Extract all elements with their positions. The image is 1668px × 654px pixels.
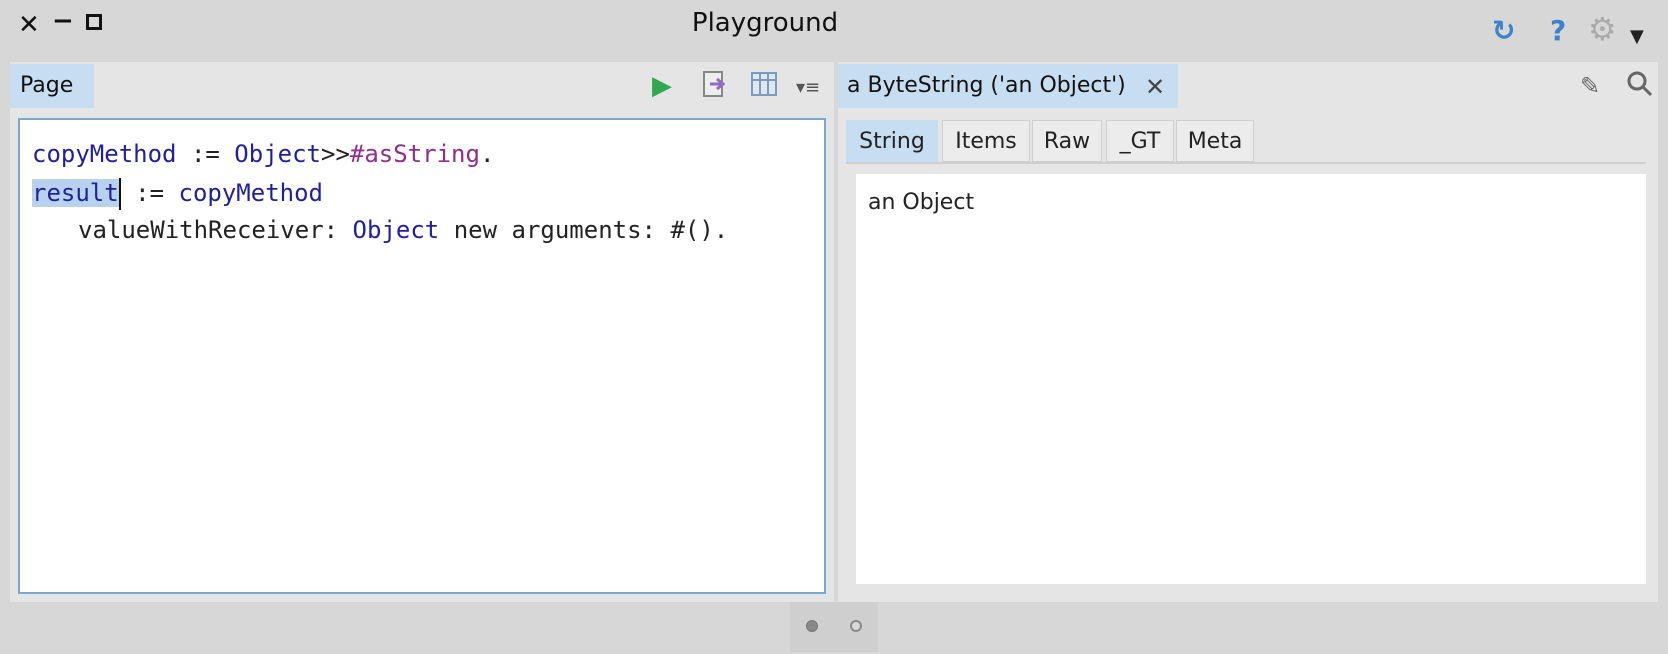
table-icon[interactable] xyxy=(750,70,778,102)
code-token: >> xyxy=(321,140,350,168)
gear-icon[interactable]: ⚙ xyxy=(1588,12,1617,46)
play-icon[interactable]: ▶ xyxy=(652,70,672,102)
edit-icon[interactable]: ✎ xyxy=(1580,70,1600,102)
string-view[interactable]: an Object xyxy=(856,174,1646,584)
code-token: valueWithReceiver: xyxy=(78,216,353,244)
sync-icon[interactable]: ↻ xyxy=(1492,14,1515,48)
code-token: . xyxy=(479,140,495,168)
code-token: copyMethod xyxy=(178,179,324,207)
tab-inspector[interactable]: a ByteString ('an Object') xyxy=(838,64,1178,108)
code-token: Object xyxy=(352,216,440,244)
search-icon[interactable] xyxy=(1626,70,1654,106)
chevron-down-icon[interactable]: ▼ xyxy=(1630,20,1644,54)
pager-dot-active[interactable] xyxy=(806,620,818,632)
code-token: Object xyxy=(234,140,321,168)
window-title: Playground xyxy=(691,8,839,38)
close-icon[interactable]: ✕ xyxy=(1145,71,1165,103)
pager xyxy=(790,602,878,652)
code-token: new arguments: #(). xyxy=(439,216,729,244)
lines-icon[interactable]: ▾≡ xyxy=(796,72,820,104)
pager-dot[interactable] xyxy=(850,620,862,632)
inspect-icon[interactable] xyxy=(702,70,728,102)
string-value: an Object xyxy=(868,190,975,215)
tab-page[interactable]: Page xyxy=(10,64,94,108)
tab-raw[interactable]: Raw xyxy=(1032,120,1102,162)
code-token: #asString xyxy=(349,140,480,168)
code-line: result := copyMethod xyxy=(32,178,323,210)
code-token: := xyxy=(176,140,235,168)
tab-meta[interactable]: Meta xyxy=(1176,120,1254,162)
tab-string[interactable]: String xyxy=(846,120,938,162)
code-token: copyMethod xyxy=(32,140,177,168)
tab-items[interactable]: Items xyxy=(942,120,1030,162)
tab-gt[interactable]: _GT xyxy=(1106,120,1174,162)
code-line: copyMethod := Object>>#asString. xyxy=(32,140,494,168)
selected-text: result xyxy=(32,179,119,207)
code-token: := xyxy=(120,179,179,207)
code-editor[interactable]: copyMethod := Object>>#asString. result … xyxy=(18,118,826,594)
help-icon[interactable]: ? xyxy=(1550,14,1566,48)
tab-divider xyxy=(846,162,1646,164)
code-line: valueWithReceiver: Object new arguments:… xyxy=(78,216,728,244)
